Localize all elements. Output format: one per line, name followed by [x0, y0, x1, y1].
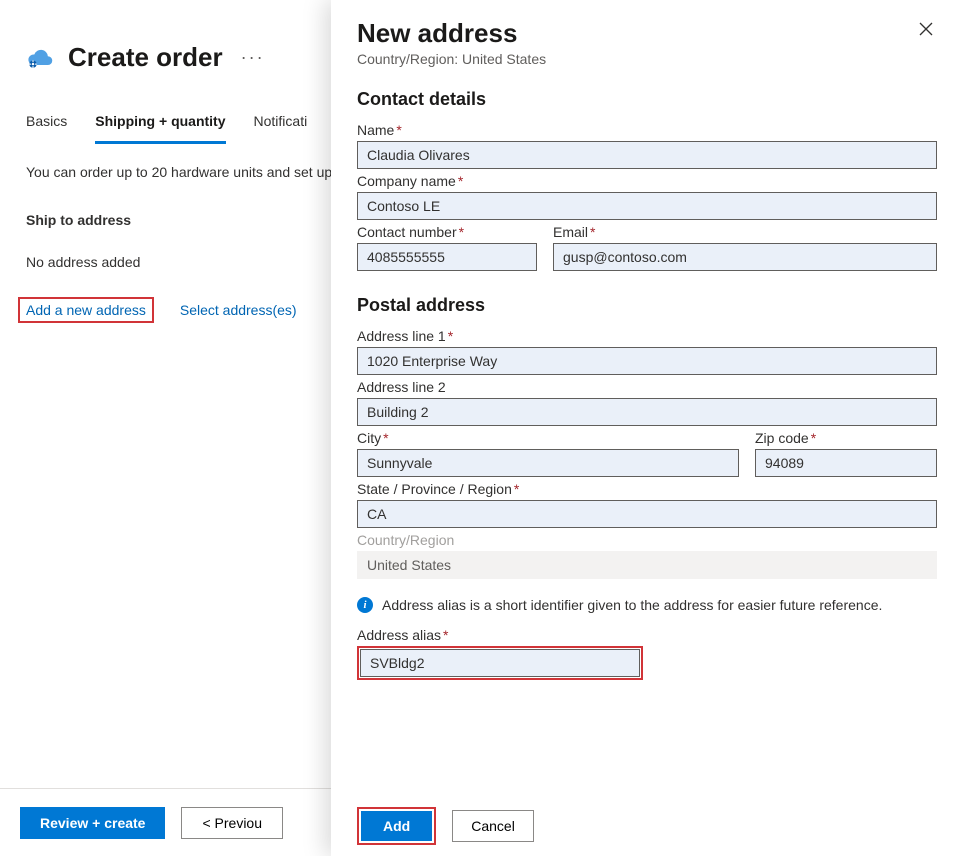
alias-input[interactable]: [360, 649, 640, 677]
name-input[interactable]: [357, 141, 937, 169]
panel-footer: Add Cancel: [331, 796, 963, 856]
label-company: Company name*: [357, 173, 937, 189]
label-country: Country/Region: [357, 532, 937, 548]
info-icon: i: [357, 597, 373, 613]
tab-shipping-quantity[interactable]: Shipping + quantity: [95, 107, 225, 144]
label-alias: Address alias*: [357, 627, 643, 643]
panel-title: New address: [357, 18, 546, 49]
label-state: State / Province / Region*: [357, 481, 937, 497]
panel-subtitle: Country/Region: United States: [357, 51, 546, 67]
cancel-button[interactable]: Cancel: [452, 810, 534, 842]
email-input[interactable]: [553, 243, 937, 271]
review-create-button[interactable]: Review + create: [20, 807, 165, 839]
page-title: Create order: [68, 42, 223, 73]
close-icon[interactable]: [915, 18, 937, 45]
tab-notifications[interactable]: Notificati: [254, 107, 308, 144]
company-input[interactable]: [357, 192, 937, 220]
label-zip: Zip code*: [755, 430, 937, 446]
add-button[interactable]: Add: [361, 811, 432, 841]
label-contact-number: Contact number*: [357, 224, 537, 240]
label-name: Name*: [357, 122, 937, 138]
new-address-panel: New address Country/Region: United State…: [331, 0, 963, 856]
label-address2: Address line 2: [357, 379, 937, 395]
country-input: [357, 551, 937, 579]
tab-basics[interactable]: Basics: [26, 107, 67, 144]
address-line2-input[interactable]: [357, 398, 937, 426]
contact-number-input[interactable]: [357, 243, 537, 271]
section-contact-details: Contact details: [357, 89, 937, 110]
alias-highlight-box: [357, 646, 643, 680]
panel-header: New address Country/Region: United State…: [357, 18, 937, 81]
cloud-icon: [26, 46, 54, 70]
address-line1-input[interactable]: [357, 347, 937, 375]
info-text: Address alias is a short identifier give…: [382, 597, 882, 613]
zip-input[interactable]: [755, 449, 937, 477]
label-email: Email*: [553, 224, 937, 240]
previous-button[interactable]: < Previou: [181, 807, 283, 839]
info-row: i Address alias is a short identifier gi…: [357, 597, 937, 613]
city-input[interactable]: [357, 449, 739, 477]
more-icon[interactable]: ···: [237, 47, 269, 68]
label-address1: Address line 1*: [357, 328, 937, 344]
section-postal-address: Postal address: [357, 295, 937, 316]
state-input[interactable]: [357, 500, 937, 528]
select-addresses-link[interactable]: Select address(es): [180, 302, 297, 318]
add-new-address-link[interactable]: Add a new address: [18, 297, 154, 323]
label-city: City*: [357, 430, 739, 446]
add-button-highlight: Add: [357, 807, 436, 845]
